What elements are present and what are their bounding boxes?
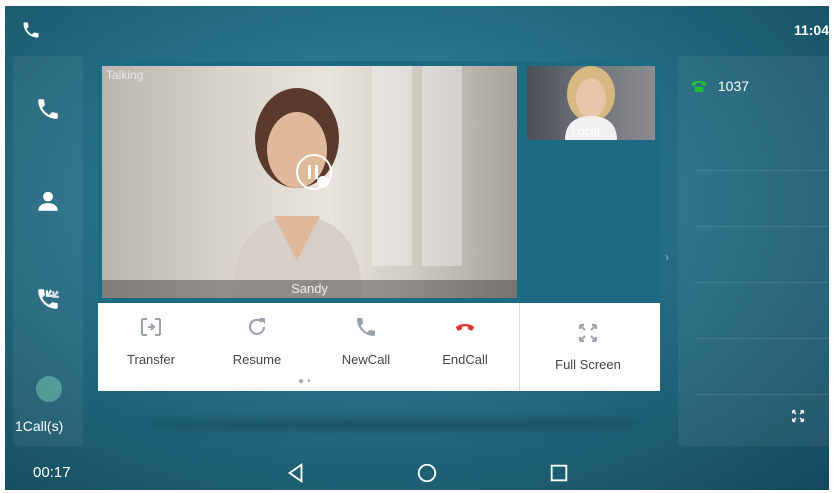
line-divider bbox=[695, 338, 829, 339]
line-panel: 1037 bbox=[678, 56, 829, 446]
line-divider bbox=[695, 282, 829, 283]
contacts-icon[interactable] bbox=[35, 188, 61, 214]
controls-divider bbox=[519, 303, 520, 391]
clock: 11:04 bbox=[793, 22, 829, 38]
resume-icon bbox=[248, 318, 266, 335]
transfer-button[interactable]: Transfer bbox=[106, 303, 196, 391]
page-indicator: ●• bbox=[298, 376, 314, 387]
call-history-icon[interactable] bbox=[35, 286, 61, 312]
fullscreen-icon bbox=[579, 324, 597, 342]
remote-person-image bbox=[232, 88, 362, 298]
line-number: 1037 bbox=[717, 78, 750, 94]
left-sidebar: 1Call(s) bbox=[13, 56, 83, 446]
call-status-text: Talking bbox=[106, 68, 144, 82]
video-call-panel: Talking Sandy Local Transfer Resume NewC… bbox=[98, 61, 660, 391]
line-divider bbox=[695, 226, 829, 227]
end-call-button[interactable]: EndCall bbox=[420, 303, 510, 391]
remote-name-bar: Sandy bbox=[102, 280, 517, 298]
end-call-icon bbox=[456, 324, 474, 331]
fullscreen-icon[interactable] bbox=[790, 408, 806, 424]
home-icon[interactable] bbox=[416, 462, 438, 484]
line-phone-icon bbox=[691, 80, 707, 92]
new-call-icon bbox=[357, 318, 375, 336]
line-key-1037[interactable]: 1037 bbox=[690, 78, 749, 94]
line-divider bbox=[695, 394, 829, 395]
phone-icon[interactable] bbox=[35, 96, 61, 122]
navigation-bar: 00:17 bbox=[5, 454, 829, 490]
mic-icon bbox=[317, 176, 329, 188]
back-icon[interactable] bbox=[285, 462, 307, 484]
expand-arrow-icon[interactable]: › bbox=[665, 250, 669, 264]
active-call-icon[interactable] bbox=[36, 376, 62, 402]
remote-name: Sandy bbox=[291, 281, 328, 296]
transfer-icon bbox=[141, 318, 161, 336]
local-video[interactable]: Local bbox=[527, 66, 655, 140]
resume-button[interactable]: Resume bbox=[212, 303, 302, 391]
full-screen-button[interactable]: Full Screen bbox=[528, 303, 648, 391]
calls-count-label[interactable]: 1Call(s) bbox=[15, 418, 63, 434]
recent-apps-icon[interactable] bbox=[548, 462, 570, 484]
call-timer: 00:17 bbox=[33, 464, 71, 481]
phone-status-icon bbox=[23, 22, 39, 38]
remote-video[interactable]: Talking Sandy bbox=[102, 66, 517, 298]
call-controls: Transfer Resume NewCall EndCall Full Scr… bbox=[98, 303, 660, 391]
local-label: Local bbox=[571, 124, 600, 138]
line-divider bbox=[695, 170, 829, 171]
new-call-button[interactable]: NewCall bbox=[316, 303, 416, 391]
status-bar: 11:04 bbox=[5, 6, 829, 54]
panel-shadow bbox=[145, 419, 645, 429]
phone-screen: 11:04 1Call(s) Talking Sandy Local Trans… bbox=[5, 6, 829, 490]
